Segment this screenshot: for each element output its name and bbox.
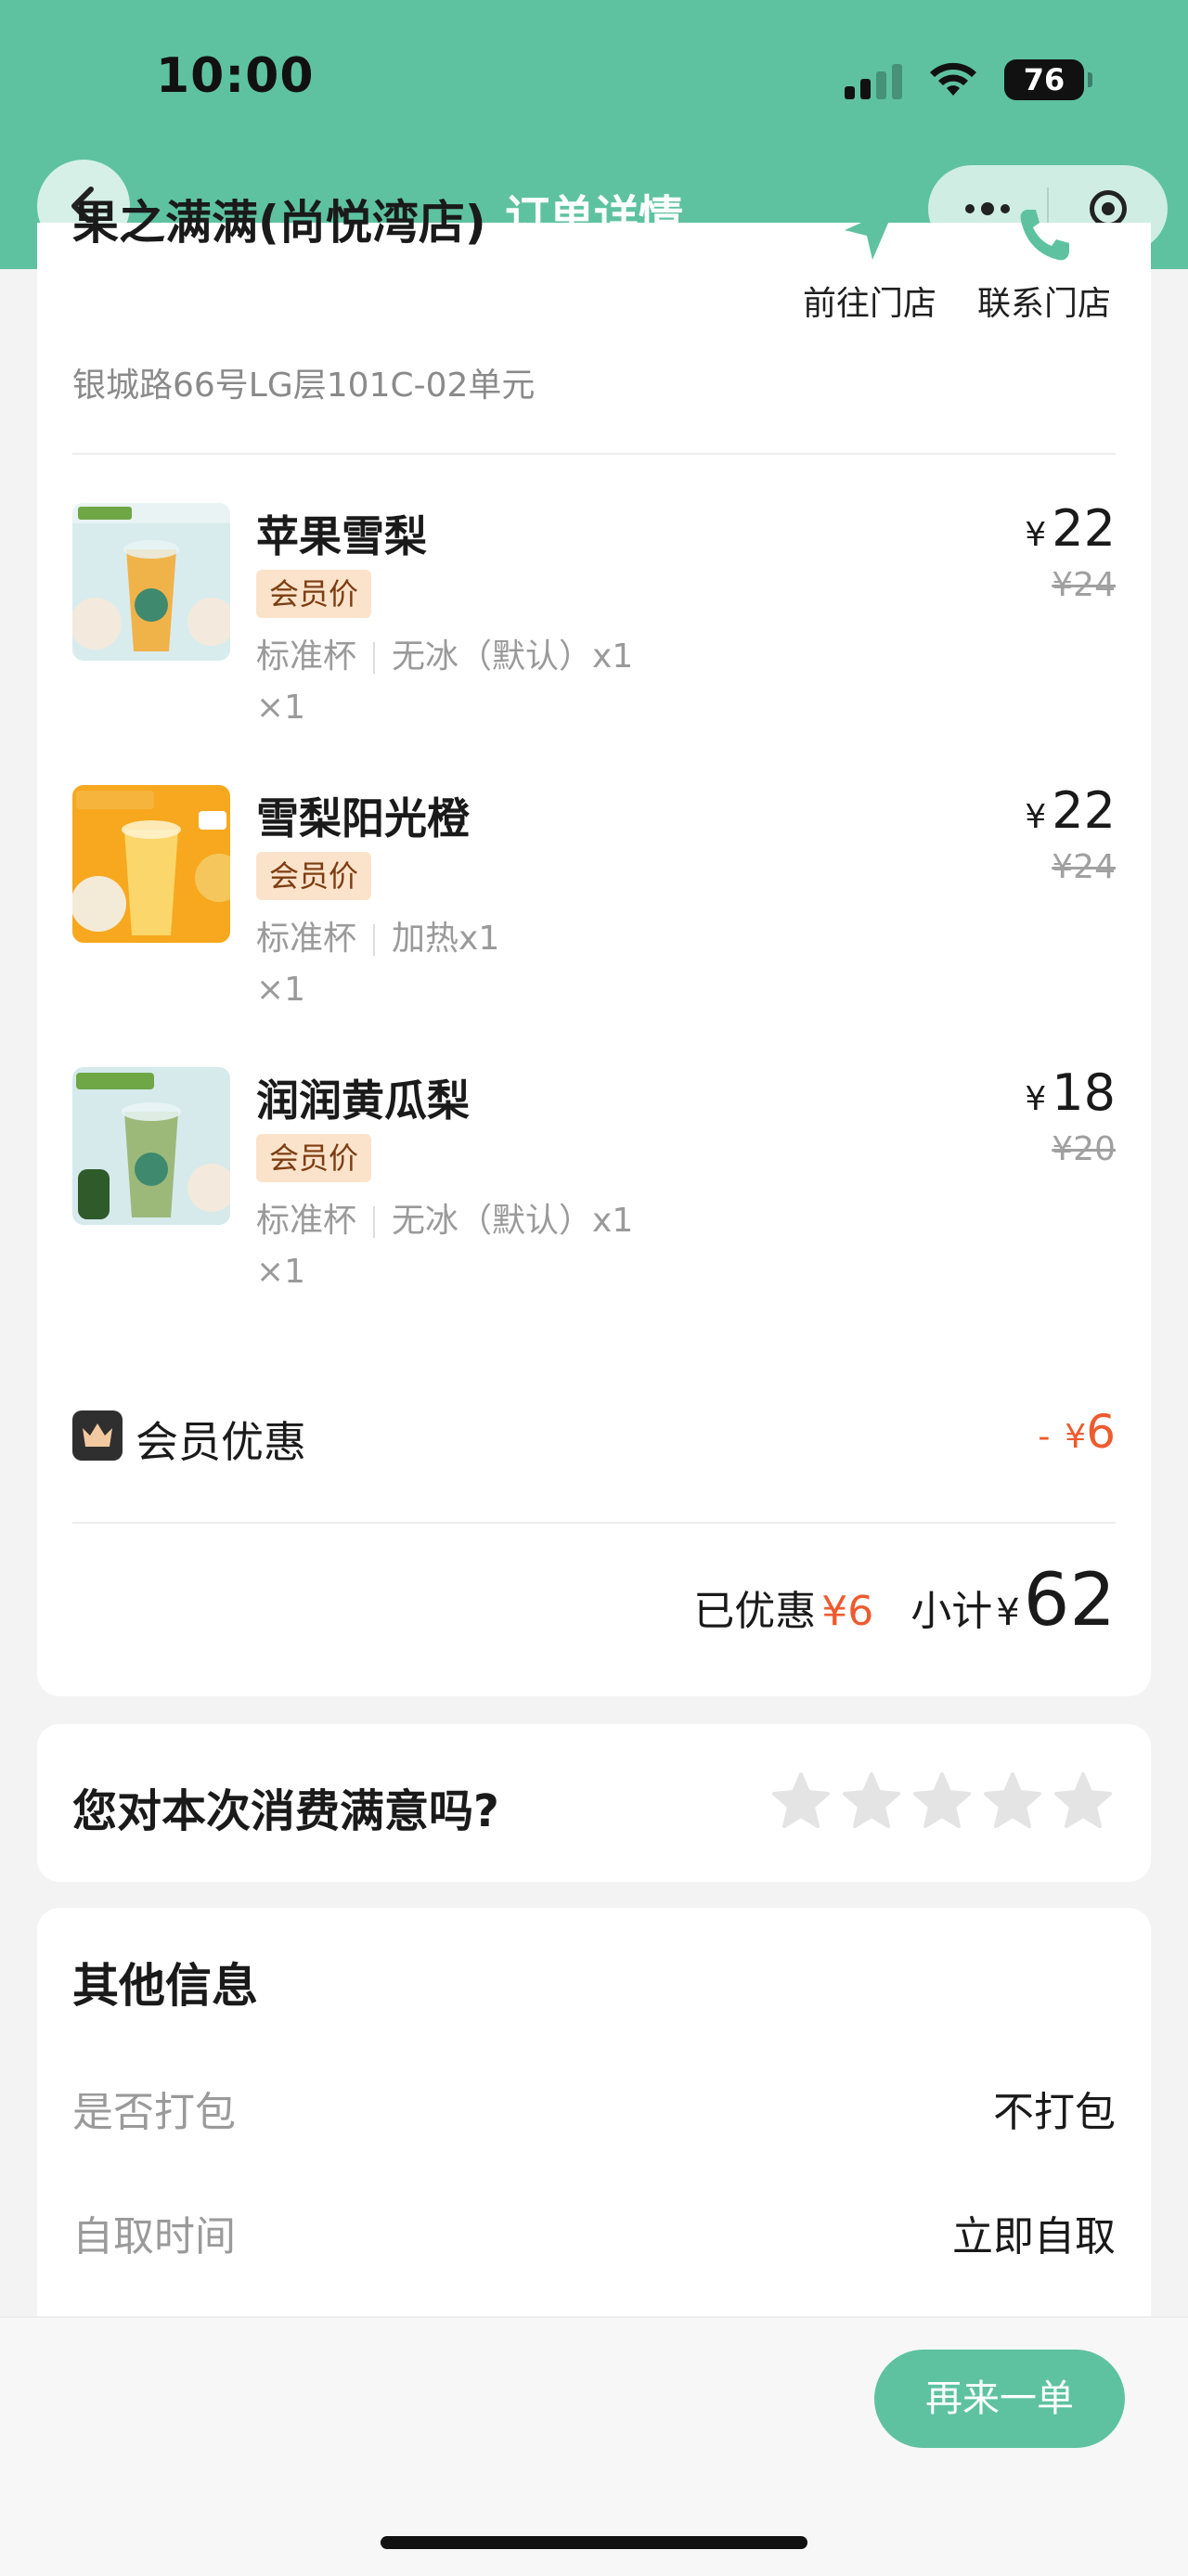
- item-quantity: ×1: [256, 971, 306, 1009]
- discount-label: 已优惠: [693, 1588, 817, 1635]
- product-thumbnail: [72, 503, 230, 661]
- home-indicator: [381, 2536, 807, 2549]
- item-original-price: ¥20: [1052, 1130, 1116, 1168]
- goto-store-label: 前往门店: [802, 285, 936, 323]
- currency-symbol: ¥: [1025, 516, 1047, 554]
- star-icon[interactable]: [841, 1771, 902, 1832]
- item-price-value: 18: [1052, 1063, 1116, 1122]
- item-price: ¥18: [1025, 1063, 1116, 1122]
- order-item: 雪梨阳光橙 会员价 标准杯 加热x1 ×1 ¥22 ¥24: [72, 781, 1116, 1036]
- star-icon[interactable]: [1052, 1771, 1114, 1832]
- item-name: 苹果雪梨: [256, 511, 427, 561]
- member-price-tag: 会员价: [256, 570, 372, 618]
- reorder-button[interactable]: 再来一单: [874, 2350, 1125, 2448]
- currency-symbol: ¥: [1025, 1080, 1047, 1118]
- spec-divider: [373, 1206, 376, 1238]
- star-rating[interactable]: [770, 1771, 1114, 1832]
- order-card: 果之满满(尚悦湾店) 银城路66号LG层101C-02单元 前往门店 联系门店: [37, 196, 1151, 1696]
- discount-value: ¥6: [821, 1588, 874, 1635]
- member-discount-row: 会员优惠 - ¥6: [72, 1401, 1116, 1475]
- item-original-price: ¥24: [1052, 848, 1116, 886]
- status-icons: 76: [845, 58, 1092, 102]
- item-quantity: ×1: [256, 689, 306, 727]
- subtotal-label: 小计: [910, 1588, 993, 1635]
- star-icon[interactable]: [770, 1771, 832, 1832]
- member-discount-value: 6: [1086, 1405, 1116, 1459]
- store-address: 银城路66号LG层101C-02单元: [72, 367, 536, 405]
- info-key: 自取时间: [72, 2213, 236, 2260]
- rating-question: 您对本次消费满意吗?: [72, 1785, 499, 1837]
- item-price: ¥22: [1025, 499, 1116, 558]
- divider: [72, 453, 1116, 455]
- currency-symbol: ¥: [996, 1591, 1020, 1634]
- order-item: 润润黄瓜梨 会员价 标准杯 无冰（默认）x1 ×1 ¥18 ¥20: [72, 1063, 1116, 1318]
- item-price-value: 22: [1052, 499, 1116, 558]
- divider: [72, 1522, 1116, 1524]
- spec-option: 无冰（默认）x1: [392, 1202, 634, 1240]
- info-value: 不打包: [993, 2089, 1116, 2136]
- navigation-arrow-icon: [845, 208, 895, 260]
- other-info-title: 其他信息: [72, 1959, 258, 2013]
- item-specs: 标准杯 无冰（默认）x1: [256, 629, 633, 677]
- rating-card: 您对本次消费满意吗?: [37, 1724, 1151, 1882]
- subtotal-value: 62: [1023, 1559, 1116, 1642]
- order-item: 苹果雪梨 会员价 标准杯 无冰（默认）x1 ×1 ¥22 ¥24: [72, 499, 1116, 753]
- spec-divider: [373, 642, 376, 674]
- item-specs: 标准杯 加热x1: [256, 911, 499, 960]
- star-icon[interactable]: [982, 1771, 1043, 1832]
- member-price-tag: 会员价: [256, 852, 372, 900]
- product-thumbnail: [72, 1067, 230, 1225]
- member-discount-amount: - ¥6: [1038, 1405, 1116, 1459]
- goto-store-button[interactable]: 前往门店: [791, 200, 949, 325]
- contact-store-label: 联系门店: [976, 285, 1111, 323]
- wifi-icon: [930, 62, 976, 96]
- crown-icon: [72, 1410, 123, 1461]
- info-key: 是否打包: [72, 2089, 236, 2136]
- spec-size: 标准杯: [256, 1202, 357, 1240]
- minus-sign: -: [1038, 1418, 1051, 1456]
- item-quantity: ×1: [256, 1253, 306, 1291]
- item-price: ¥22: [1025, 781, 1116, 840]
- status-time: 10:00: [156, 48, 315, 104]
- product-thumbnail: [72, 785, 230, 943]
- currency-symbol: ¥: [1065, 1418, 1087, 1456]
- item-original-price: ¥24: [1052, 566, 1116, 604]
- order-total: 已优惠 ¥6 小计 ¥ 62: [693, 1559, 1116, 1642]
- contact-store-button[interactable]: 联系门店: [965, 200, 1123, 325]
- item-price-value: 22: [1052, 781, 1116, 840]
- spec-option: 加热x1: [392, 920, 500, 958]
- info-row-packaging: 是否打包 不打包: [72, 2079, 1116, 2144]
- info-row-pickup-time: 自取时间 立即自取: [72, 2203, 1116, 2268]
- battery-icon: 76: [1004, 59, 1092, 100]
- star-icon[interactable]: [911, 1771, 973, 1832]
- member-discount-label: 会员优惠: [136, 1417, 306, 1467]
- store-name: 果之满满(尚悦湾店): [72, 196, 486, 250]
- item-specs: 标准杯 无冰（默认）x1: [256, 1193, 633, 1242]
- member-price-tag: 会员价: [256, 1134, 372, 1182]
- item-name: 雪梨阳光橙: [256, 793, 470, 844]
- spec-size: 标准杯: [256, 920, 357, 958]
- spec-option: 无冰（默认）x1: [392, 638, 634, 676]
- item-name: 润润黄瓜梨: [256, 1075, 470, 1126]
- currency-symbol: ¥: [1025, 798, 1047, 836]
- phone-icon: [1020, 210, 1069, 261]
- cellular-signal-icon: [845, 60, 902, 99]
- spec-size: 标准杯: [256, 638, 357, 676]
- info-value: 立即自取: [952, 2213, 1116, 2260]
- spec-divider: [373, 924, 376, 956]
